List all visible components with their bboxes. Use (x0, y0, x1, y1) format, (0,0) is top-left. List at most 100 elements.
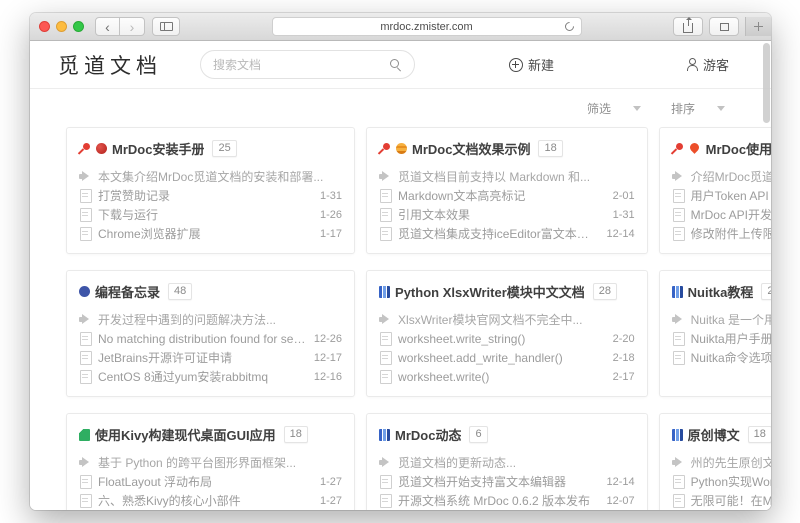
sidebar-toggle-button[interactable] (152, 17, 180, 36)
titlebar-right (673, 17, 771, 36)
file-icon (379, 494, 393, 508)
collection-description: 州的先生原创文章... (671, 453, 771, 472)
doc-item[interactable]: 开源文档系统 MrDoc 0.6.2 版本发布 12-07 (379, 491, 635, 510)
filter-toolbar: 筛选 排序 (30, 89, 771, 123)
browser-titlebar: ‹ › mrdoc.zmister.com (30, 13, 771, 41)
doc-count-badge: 6 (469, 426, 488, 443)
speaker-icon (79, 456, 92, 469)
doc-count-badge: 25 (212, 140, 237, 157)
doc-item[interactable]: worksheet.write_string() 2-20 (379, 329, 635, 348)
user-icon (686, 58, 698, 71)
zoom-window-button[interactable] (73, 21, 84, 32)
collection-title[interactable]: 编程备忘录 (95, 282, 160, 301)
collection-title[interactable]: 原创博文 (688, 425, 740, 444)
doc-collection-card[interactable]: Python XlsxWriter模块中文文档 28 XlsxWriter模块官… (366, 270, 648, 397)
forward-button[interactable]: › (120, 17, 145, 36)
doc-item[interactable]: 下载与运行 1-26 (79, 205, 342, 224)
card-header: MrDoc文档效果示例 18 (379, 139, 635, 158)
pin-icon (672, 142, 684, 155)
file-icon (672, 227, 685, 241)
doc-item[interactable]: Python实现Word转换Markdown12-20 (672, 472, 771, 491)
collection-title[interactable]: Python XlsxWriter模块中文文档 (395, 282, 585, 301)
doc-collection-card[interactable]: MrDoc安装手册 25 本文集介绍MrDoc觅道文档的安装和部署... 打赏赞… (66, 127, 356, 254)
doc-count-badge: 18 (283, 426, 308, 443)
doc-item[interactable]: 觅道文档开始支持富文本编辑器 12-14 (379, 472, 635, 491)
doc-collection-card[interactable]: MrDoc文档效果示例 18 觅道文档目前支持以 Markdown 和... M… (366, 127, 648, 254)
collection-title[interactable]: MrDoc使用手册 (706, 139, 771, 158)
file-icon (379, 351, 393, 365)
collection-description: 觅道文档的更新动态... (379, 453, 635, 472)
doc-collection-card[interactable]: MrDoc动态 6 觅道文档的更新动态... 觅道文档开始支持富文本编辑器 12-… (366, 413, 648, 510)
collection-title[interactable]: MrDoc文档效果示例 (412, 139, 530, 158)
doc-item[interactable]: 六、熟悉Kivy的核心小部件 1-27 (79, 491, 342, 510)
doc-item[interactable]: 修改附件上传限制大小1-10 (672, 224, 771, 243)
site-logo[interactable]: 觅道文档 (58, 50, 162, 80)
search-input[interactable] (213, 57, 390, 72)
doc-item[interactable]: Chrome浏览器扩展 1-17 (79, 224, 342, 243)
card-header: MrDoc使用手册 38 (672, 139, 771, 158)
file-icon (379, 208, 393, 222)
doc-collection-card[interactable]: Nuitka教程 2 Nuitka 是一个用于将Python程... Nuikt… (658, 270, 771, 397)
search-box[interactable] (200, 50, 415, 79)
doc-item[interactable]: 引用文本效果 1-31 (379, 205, 635, 224)
tabs-icon (719, 19, 734, 31)
new-doc-button[interactable]: 新建 (508, 55, 554, 74)
filter-dropdown[interactable]: 筛选 (587, 100, 641, 117)
doc-item[interactable]: FloatLayout 浮动布局 1-27 (79, 472, 342, 491)
doc-item[interactable]: Markdown文本高亮标记 2-01 (379, 186, 635, 205)
doc-collection-card[interactable]: MrDoc使用手册 38 介绍MrDoc觅道文档的使用... 用户Token A… (658, 127, 771, 254)
collection-title[interactable]: Nuitka教程 (688, 282, 754, 301)
doc-item[interactable]: 用户Token API 使用说明1-16 (672, 186, 771, 205)
doc-item[interactable]: JetBrains开源许可证申请 12-17 (79, 348, 342, 367)
doc-item[interactable]: 无限可能！在Markdown中扩展语法实现...12-20 (672, 491, 771, 510)
file-icon (379, 475, 393, 489)
file-icon (79, 208, 92, 222)
doc-item[interactable]: No matching distribution found for setup… (79, 329, 342, 348)
doc-collection-card[interactable]: 原创博文 18 州的先生原创文章... Python实现Word转换Markdo… (658, 413, 771, 510)
card-header: 原创博文 18 (671, 425, 771, 444)
collection-description: 介绍MrDoc觅道文档的使用... (671, 167, 771, 186)
card-header: Nuitka教程 2 (671, 282, 771, 301)
user-label: 游客 (702, 58, 729, 73)
sort-dropdown[interactable]: 排序 (671, 100, 725, 117)
doc-item[interactable]: MrDoc API开发说明1-16 (672, 205, 771, 224)
speaker-icon (671, 456, 685, 469)
file-icon (672, 208, 685, 222)
doc-item[interactable]: CentOS 8通过yum安装rabbitmq 12-16 (79, 367, 342, 386)
back-button[interactable]: ‹ (95, 17, 120, 36)
chevron-down-icon (632, 106, 641, 111)
doc-item[interactable]: Nuikta用户手册中文版11-21 (672, 329, 771, 348)
file-icon (79, 189, 92, 203)
file-icon (79, 494, 92, 508)
collection-title[interactable]: 使用Kivy构建现代桌面GUI应用 (95, 425, 276, 444)
close-window-button[interactable] (39, 21, 50, 32)
file-icon (379, 227, 393, 241)
doc-item[interactable]: worksheet.add_write_handler() 2-18 (379, 348, 635, 367)
file-icon (672, 351, 685, 365)
search-icon[interactable] (390, 58, 402, 71)
file-icon (672, 475, 685, 489)
doc-collection-card[interactable]: 使用Kivy构建现代桌面GUI应用 18 基于 Python 的跨平台图形界面框… (66, 413, 356, 510)
doc-collection-card[interactable]: 编程备忘录 48 开发过程中遇到的问题解决方法... No matching d… (66, 270, 356, 397)
card-header: Python XlsxWriter模块中文文档 28 (379, 282, 635, 301)
share-button[interactable] (673, 17, 703, 36)
new-tab-button[interactable] (745, 17, 771, 36)
pin-icon (379, 142, 391, 155)
user-menu[interactable]: 游客 (686, 55, 729, 74)
blue-books-icon (671, 285, 683, 298)
tab-overview-button[interactable] (709, 17, 739, 36)
doc-item[interactable]: Nuitka命令选项参数帮助11-18 (672, 348, 771, 367)
collection-title[interactable]: MrDoc动态 (395, 425, 461, 444)
doc-item[interactable]: 打赏赞助记录 1-31 (79, 186, 342, 205)
sort-label: 排序 (670, 102, 695, 116)
scrollbar-thumb[interactable] (763, 43, 770, 123)
doc-item[interactable]: 觅道文档集成支持iceEditor富文本编辑器 12-14 (379, 224, 635, 243)
collection-description: Nuitka 是一个用于将Python程... (671, 310, 771, 329)
minimize-window-button[interactable] (56, 21, 67, 32)
red-dot-icon (96, 143, 107, 154)
file-icon (79, 475, 92, 489)
doc-item[interactable]: worksheet.write() 2-17 (379, 367, 635, 386)
address-bar[interactable]: mrdoc.zmister.com (271, 17, 582, 36)
collection-title[interactable]: MrDoc安装手册 (112, 139, 204, 158)
green-book-icon (79, 428, 90, 441)
